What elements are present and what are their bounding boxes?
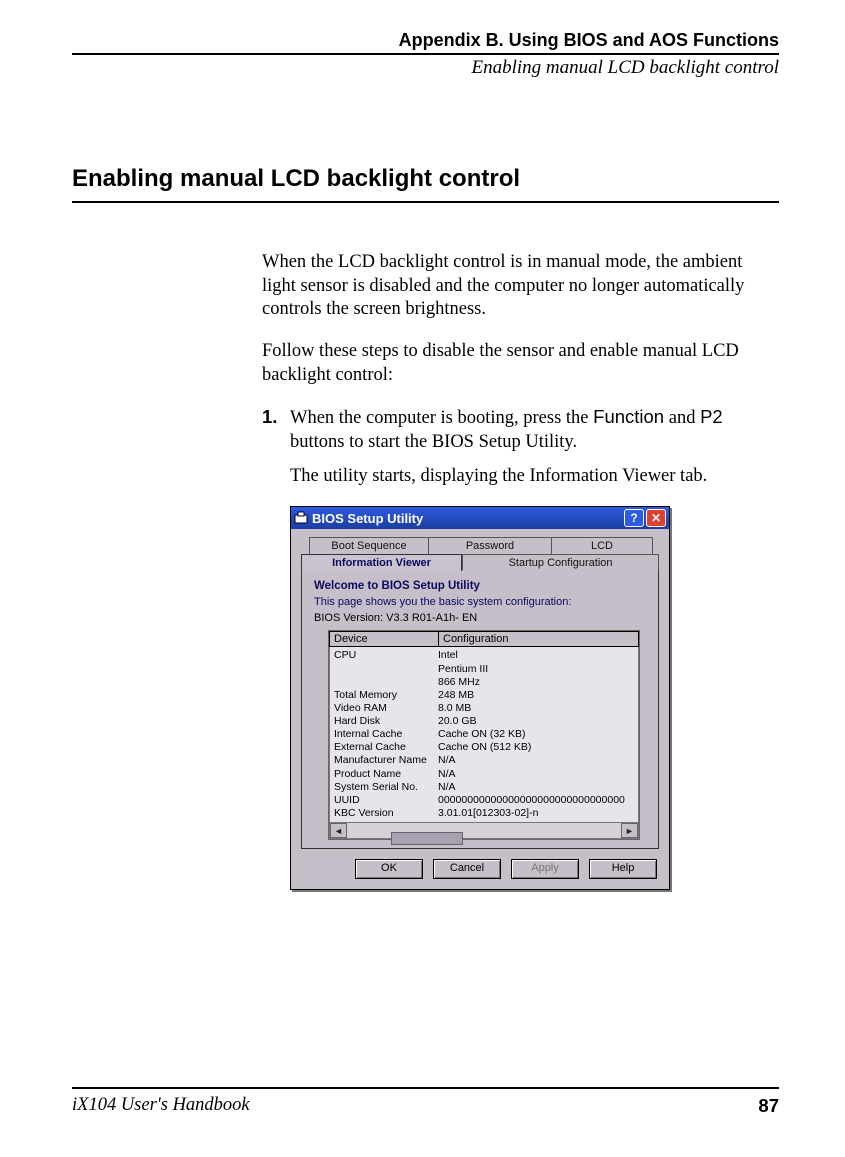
cell-configuration: N/A (438, 768, 634, 781)
p2-key-label: P2 (700, 406, 723, 427)
cell-device: Hard Disk (334, 715, 438, 728)
table-row: CPUIntel (330, 649, 638, 662)
table-row: UUID00000000000000000000000000000000 (330, 794, 638, 807)
cell-device: KBC Version (334, 807, 438, 820)
horizontal-scrollbar[interactable]: ◄ ► (329, 823, 639, 839)
cell-configuration: 8.0 MB (438, 702, 634, 715)
apply-button[interactable]: Apply (511, 859, 579, 879)
bios-version: BIOS Version: V3.3 R01-A1h- EN (314, 612, 646, 624)
cell-configuration: Cache ON (32 KB) (438, 728, 634, 741)
tab-boot-sequence[interactable]: Boot Sequence (309, 537, 429, 554)
tab-information-viewer[interactable]: Information Viewer (301, 554, 462, 571)
header-rule (72, 53, 779, 55)
cell-configuration: N/A (438, 754, 634, 767)
step-1-line-1: When the computer is booting, press the … (290, 405, 779, 454)
intro-paragraph-1: When the LCD backlight control is in man… (262, 251, 779, 322)
tab-panel: Welcome to BIOS Setup Utility This page … (301, 570, 659, 849)
cell-configuration: Intel (438, 649, 634, 662)
step-number: 1. (262, 405, 290, 498)
scroll-left-button[interactable]: ◄ (330, 823, 347, 838)
cell-device: External Cache (334, 741, 438, 754)
table-row: KBC Version3.01.01[012303-02]-n (330, 807, 638, 820)
titlebar-close-button[interactable]: ✕ (646, 509, 666, 527)
footer-page-number: 87 (758, 1095, 779, 1117)
window-title: BIOS Setup Utility (312, 511, 622, 526)
cell-device: Internal Cache (334, 728, 438, 741)
cell-device (334, 663, 438, 676)
cell-configuration: 20.0 GB (438, 715, 634, 728)
help-button[interactable]: Help (589, 859, 657, 879)
table-row: Pentium III (330, 663, 638, 676)
step-1-text-c: buttons to start the BIOS Setup Utility. (290, 432, 577, 452)
tab-password[interactable]: Password (429, 537, 552, 554)
table-row: Internal CacheCache ON (32 KB) (330, 728, 638, 741)
footer-rule (72, 1087, 779, 1089)
cell-device: Total Memory (334, 689, 438, 702)
cell-configuration: 00000000000000000000000000000000 (438, 794, 634, 807)
tab-lcd[interactable]: LCD (552, 537, 653, 554)
footer-book-title: iX104 User's Handbook (72, 1095, 250, 1117)
cell-device: UUID (334, 794, 438, 807)
th-configuration[interactable]: Configuration (439, 631, 639, 647)
cell-device: CPU (334, 649, 438, 662)
bios-screenshot: BIOS Setup Utility ? ✕ Boot Sequence Pas… (290, 506, 779, 890)
panel-welcome: Welcome to BIOS Setup Utility (314, 580, 646, 592)
window-titlebar[interactable]: BIOS Setup Utility ? ✕ (291, 507, 669, 529)
cell-device: Video RAM (334, 702, 438, 715)
step-1-text-a: When the computer is booting, press the (290, 408, 593, 428)
ok-button[interactable]: OK (355, 859, 423, 879)
app-icon (294, 511, 308, 525)
intro-paragraph-2: Follow these steps to disable the sensor… (262, 340, 779, 387)
table-row: External CacheCache ON (512 KB) (330, 741, 638, 754)
table-row: Video RAM8.0 MB (330, 702, 638, 715)
table-row: 866 MHz (330, 676, 638, 689)
cell-configuration: Pentium III (438, 663, 634, 676)
scroll-right-button[interactable]: ► (621, 823, 638, 838)
step-1-line-2: The utility starts, displaying the Infor… (290, 465, 779, 489)
cell-device: System Serial No. (334, 781, 438, 794)
cell-configuration: 248 MB (438, 689, 634, 702)
th-device[interactable]: Device (329, 631, 439, 647)
tab-startup-configuration[interactable]: Startup Configuration (462, 554, 659, 571)
page-title: Enabling manual LCD backlight control (72, 165, 779, 193)
scroll-thumb[interactable] (391, 832, 463, 845)
running-header-chapter: Appendix B. Using BIOS and AOS Functions (72, 30, 779, 51)
cell-device: Manufacturer Name (334, 754, 438, 767)
cell-configuration: 3.01.01[012303-02]-n (438, 807, 634, 820)
step-1-text-b: and (664, 408, 700, 428)
table-row: System Serial No.N/A (330, 781, 638, 794)
cell-device (334, 676, 438, 689)
table-row: Product NameN/A (330, 768, 638, 781)
table-row: Hard Disk20.0 GB (330, 715, 638, 728)
cell-configuration: 866 MHz (438, 676, 634, 689)
config-table: Device Configuration CPUIntelPentium III… (328, 630, 640, 840)
cancel-button[interactable]: Cancel (433, 859, 501, 879)
titlebar-help-button[interactable]: ? (624, 509, 644, 527)
table-row: Manufacturer NameN/A (330, 754, 638, 767)
cell-configuration: N/A (438, 781, 634, 794)
cell-device: Product Name (334, 768, 438, 781)
title-rule (72, 201, 779, 203)
panel-desc: This page shows you the basic system con… (314, 596, 646, 608)
function-key-label: Function (593, 406, 664, 427)
running-header-section: Enabling manual LCD backlight control (72, 57, 779, 79)
cell-configuration: Cache ON (512 KB) (438, 741, 634, 754)
table-row: Total Memory248 MB (330, 689, 638, 702)
